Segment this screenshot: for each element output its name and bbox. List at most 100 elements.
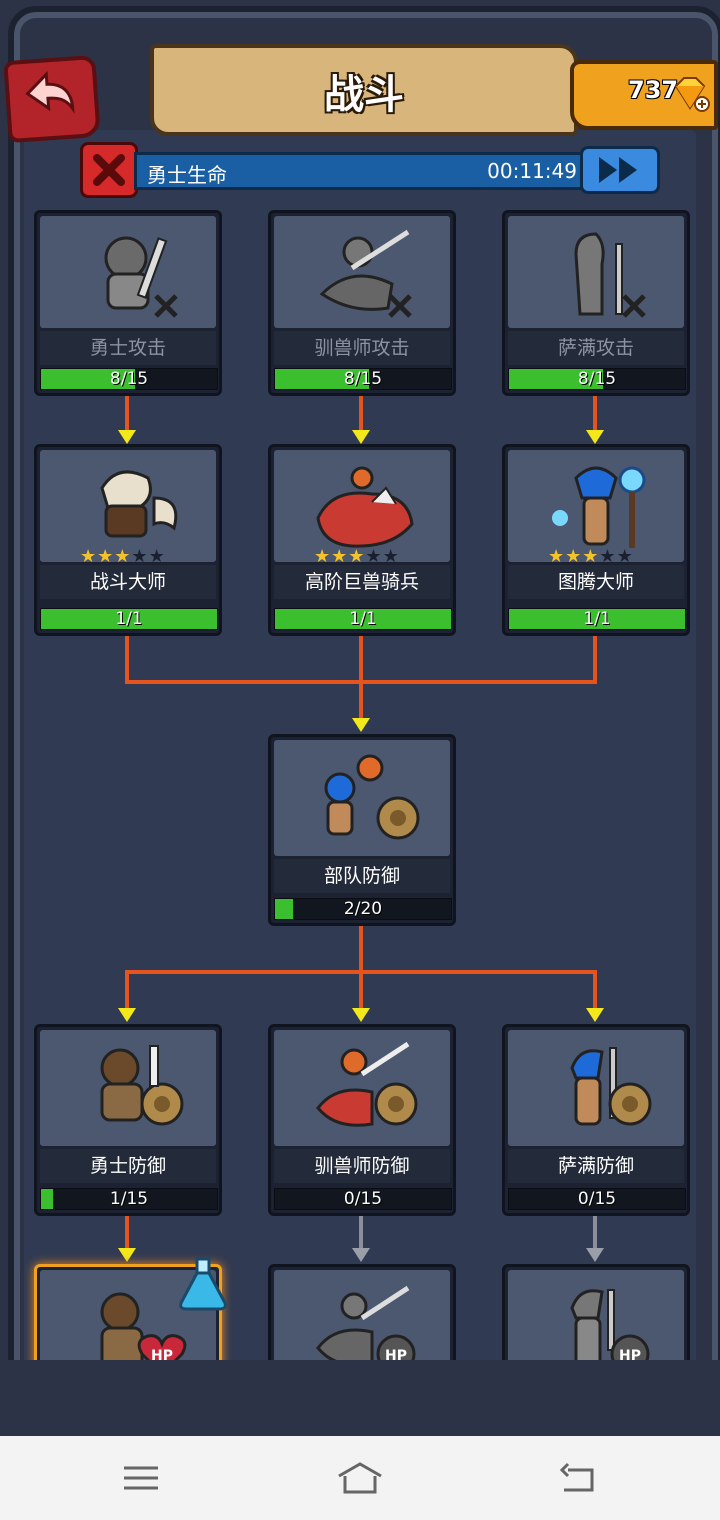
star-filled-icon: ★ — [97, 546, 115, 567]
star-filled-icon: ★ — [565, 546, 583, 567]
connector — [593, 970, 597, 1012]
connector — [125, 680, 597, 684]
skill-card-warrior-attack[interactable]: 勇士攻击 8/15 — [34, 210, 222, 396]
star-empty-icon: ★ — [382, 546, 400, 567]
title-banner: 战斗 — [150, 44, 578, 136]
totem-master-icon — [552, 466, 646, 548]
arrow-icon — [352, 430, 370, 444]
skill-art — [40, 1030, 216, 1146]
progress-bar: 8/15 — [40, 368, 218, 390]
tamer-shield-icon — [316, 1041, 418, 1127]
arrow-icon — [118, 1008, 136, 1022]
back-icon[interactable] — [554, 1460, 604, 1496]
progress-bar: 0/15 — [274, 1188, 452, 1210]
connector — [125, 970, 597, 974]
star-filled-icon: ★ — [331, 546, 349, 567]
connector — [359, 1210, 363, 1250]
skill-art — [508, 1030, 684, 1146]
progress-bar: 1/1 — [274, 608, 452, 630]
skill-card-shaman-defense[interactable]: 萨满防御 0/15 — [502, 1024, 690, 1216]
connector — [125, 1210, 129, 1250]
star-empty-icon: ★ — [148, 546, 166, 567]
warrior-axe-icon — [104, 236, 178, 318]
star-filled-icon: ★ — [348, 546, 366, 567]
progress-text: 0/15 — [343, 1189, 383, 1209]
star-empty-icon: ★ — [616, 546, 634, 567]
speed-up-button[interactable] — [580, 146, 660, 194]
fast-forward-icon — [599, 157, 637, 183]
gem-icon — [674, 77, 710, 112]
skill-name: 战斗大师 — [40, 565, 216, 599]
back-button[interactable] — [3, 54, 101, 144]
skill-card-shaman-attack[interactable]: 萨满攻击 8/15 — [502, 210, 690, 396]
arrow-icon — [352, 1248, 370, 1262]
potion-icon — [179, 1257, 227, 1311]
arrow-icon — [352, 718, 370, 732]
skill-art — [40, 216, 216, 328]
warrior-shield-icon — [100, 1045, 184, 1126]
home-icon[interactable] — [335, 1460, 385, 1496]
skill-art: ★★★★★ — [40, 450, 216, 567]
skill-name: 驯兽师防御 — [274, 1149, 450, 1183]
progress-text: 8/15 — [577, 369, 617, 389]
skill-name: 驯兽师攻击 — [274, 331, 450, 365]
skill-card-troop-defense[interactable]: 部队防御 2/20 — [268, 734, 456, 926]
shaman-staff-icon — [574, 232, 646, 318]
game-screen: 战斗 737 勇士生命 00:11:49 勇士攻击 8/15 驯兽师攻击 8/1… — [0, 0, 720, 1436]
menu-icon[interactable] — [116, 1460, 166, 1496]
skill-art — [508, 216, 684, 328]
progress-text: 8/15 — [343, 369, 383, 389]
skill-card-battle-master[interactable]: ★★★★★ 战斗大师 1/1 — [34, 444, 222, 636]
gem-counter[interactable]: 737 — [570, 60, 718, 130]
skill-name: 高阶巨兽骑兵 — [274, 565, 450, 599]
skill-card-warrior-defense[interactable]: 勇士防御 1/15 — [34, 1024, 222, 1216]
progress-bar: 1/15 — [40, 1188, 218, 1210]
progress-bar: 0/15 — [508, 1188, 686, 1210]
progress-text: 1/15 — [109, 1189, 149, 1209]
bottom-frame — [0, 1360, 720, 1436]
tamer-spear-icon — [319, 229, 412, 318]
star-filled-icon: ★ — [548, 546, 566, 567]
page-title: 战斗 — [324, 72, 404, 118]
skill-name: 部队防御 — [274, 859, 450, 893]
star-rating: ★★★★★ — [548, 546, 634, 567]
skill-name: 勇士攻击 — [40, 331, 216, 365]
skill-card-totem-master[interactable]: ★★★★★ 图腾大师 1/1 — [502, 444, 690, 636]
skill-art: ★★★★★ — [508, 450, 684, 567]
progress-text: 0/15 — [577, 1189, 617, 1209]
star-empty-icon: ★ — [131, 546, 149, 567]
beast-rider-icon — [316, 466, 414, 548]
skill-name: 萨满攻击 — [508, 331, 684, 365]
progress-bar: 1/1 — [40, 608, 218, 630]
skill-art — [274, 1030, 450, 1146]
skill-name: 图腾大师 — [508, 565, 684, 599]
skill-art — [274, 740, 450, 856]
skill-card-beast-rider[interactable]: ★★★★★ 高阶巨兽骑兵 1/1 — [268, 444, 456, 636]
close-icon — [93, 154, 125, 186]
progress-text: 1/1 — [583, 609, 611, 629]
status-label: 勇士生命 — [147, 163, 227, 187]
star-empty-icon: ★ — [599, 546, 617, 567]
star-filled-icon: ★ — [582, 546, 600, 567]
battle-master-icon — [100, 470, 178, 538]
progress-bar: 2/20 — [274, 898, 452, 920]
skill-art: ★★★★★ — [274, 450, 450, 567]
skill-card-tamer-defense[interactable]: 驯兽师防御 0/15 — [268, 1024, 456, 1216]
arrow-icon — [586, 1008, 604, 1022]
progress-bar: 1/1 — [508, 608, 686, 630]
skill-card-tamer-attack[interactable]: 驯兽师攻击 8/15 — [268, 210, 456, 396]
back-arrow-icon — [25, 70, 75, 114]
system-nav-bar — [0, 1436, 720, 1520]
star-rating: ★★★★★ — [314, 546, 400, 567]
connector — [359, 392, 363, 432]
status-timer: 00:11:49 — [487, 159, 577, 183]
cancel-button[interactable] — [80, 142, 138, 198]
arrow-icon — [118, 430, 136, 444]
arrow-icon — [586, 1248, 604, 1262]
star-empty-icon: ★ — [365, 546, 383, 567]
arrow-icon — [118, 1248, 136, 1262]
troop-defense-icon — [324, 754, 420, 840]
star-rating: ★★★★★ — [80, 546, 166, 567]
skill-name: 勇士防御 — [40, 1149, 216, 1183]
progress-text: 2/20 — [343, 899, 383, 919]
